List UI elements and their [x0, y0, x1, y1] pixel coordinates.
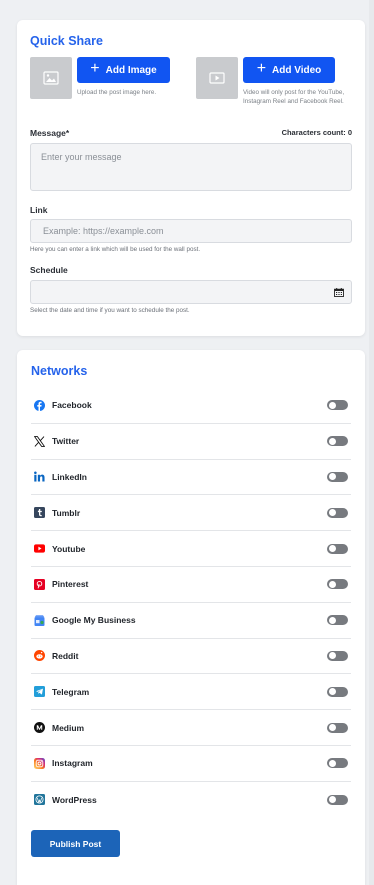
schedule-label: Schedule: [30, 265, 68, 275]
wordpress-icon: [34, 794, 45, 806]
linkedin-icon: [34, 471, 45, 483]
link-input[interactable]: [30, 219, 352, 243]
network-row-telegram: Telegram: [31, 674, 351, 711]
instagram-toggle[interactable]: [327, 758, 348, 769]
x-twitter-icon: [34, 435, 45, 447]
instagram-icon: [34, 757, 45, 769]
network-list: Facebook Twitter LinkedIn Tumblr Youtube…: [31, 388, 351, 818]
schedule-help-text: Select the date and time if you want to …: [30, 307, 190, 314]
networks-title: Networks: [31, 364, 88, 378]
add-image-hint: Upload the post image here.: [77, 89, 157, 96]
link-label: Link: [30, 205, 48, 215]
google-my-business-toggle[interactable]: [327, 615, 348, 626]
networks-card: Networks Facebook Twitter LinkedIn Tumbl…: [17, 350, 365, 885]
plus-icon: +: [90, 60, 100, 77]
network-row-wordpress: WordPress: [31, 782, 351, 818]
network-name: WordPress: [52, 794, 97, 805]
network-name: Pinterest: [52, 579, 89, 590]
network-row-instagram: Instagram: [31, 746, 351, 782]
wordpress-toggle[interactable]: [327, 794, 348, 805]
telegram-icon: [34, 686, 45, 698]
medium-toggle[interactable]: [327, 722, 348, 733]
network-name: LinkedIn: [52, 471, 87, 482]
facebook-toggle[interactable]: [327, 400, 348, 411]
network-name: Youtube: [52, 543, 86, 554]
facebook-icon: [34, 399, 45, 411]
linkedin-toggle[interactable]: [327, 471, 348, 482]
network-name: Tumblr: [52, 507, 81, 518]
google-my-business-icon: [34, 614, 45, 626]
network-row-youtube: Youtube: [31, 531, 351, 567]
message-label: Message*: [30, 128, 70, 138]
network-row-google-my-business: Google My Business: [31, 603, 351, 639]
network-row-pinterest: Pinterest: [31, 567, 351, 603]
video-preview-placeholder: [196, 57, 238, 99]
youtube-toggle[interactable]: [327, 543, 348, 554]
network-name: Instagram: [52, 758, 93, 769]
add-image-label: Add Image: [105, 64, 157, 76]
network-name: Telegram: [52, 686, 90, 697]
message-input[interactable]: [30, 143, 352, 191]
schedule-input[interactable]: [30, 280, 352, 304]
quick-share-title: Quick Share: [30, 34, 103, 48]
telegram-toggle[interactable]: [327, 686, 348, 697]
reddit-icon: [34, 650, 45, 662]
youtube-icon: [34, 543, 45, 554]
video-placeholder-icon: [209, 72, 225, 84]
network-row-medium: Medium: [31, 710, 351, 746]
link-help-text: Here you can enter a link which will be …: [30, 246, 201, 253]
network-name: Facebook: [52, 400, 92, 411]
tumblr-toggle[interactable]: [327, 507, 348, 518]
add-image-button[interactable]: + Add Image: [77, 57, 170, 83]
network-row-twitter: Twitter: [31, 424, 351, 460]
add-video-label: Add Video: [272, 64, 322, 76]
network-name: Medium: [52, 722, 85, 733]
network-row-linkedin: LinkedIn: [31, 460, 351, 496]
network-name: Google My Business: [52, 615, 136, 626]
network-name: Reddit: [52, 650, 79, 661]
pinterest-toggle[interactable]: [327, 579, 348, 590]
add-video-hint: Video will only post for the YouTube, In…: [243, 89, 345, 106]
network-row-tumblr: Tumblr: [31, 495, 351, 532]
network-row-facebook: Facebook: [31, 388, 351, 424]
calendar-icon[interactable]: [334, 288, 344, 297]
tumblr-icon: [34, 507, 45, 519]
image-placeholder-icon: [43, 71, 59, 85]
add-video-button[interactable]: + Add Video: [243, 57, 335, 83]
plus-icon: +: [256, 60, 267, 77]
image-preview-placeholder: [30, 57, 72, 99]
medium-icon: [34, 722, 45, 734]
publish-post-button[interactable]: Publish Post: [31, 830, 120, 857]
quick-share-card: Quick Share + Add Image Upload the post …: [17, 20, 365, 336]
twitter-toggle[interactable]: [327, 436, 348, 447]
pinterest-icon: [34, 578, 45, 590]
reddit-toggle[interactable]: [327, 650, 348, 661]
characters-count: Characters count: 0: [281, 128, 352, 137]
page-scrollbar[interactable]: [369, 0, 374, 885]
network-row-reddit: Reddit: [31, 639, 351, 675]
network-name: Twitter: [52, 436, 80, 447]
